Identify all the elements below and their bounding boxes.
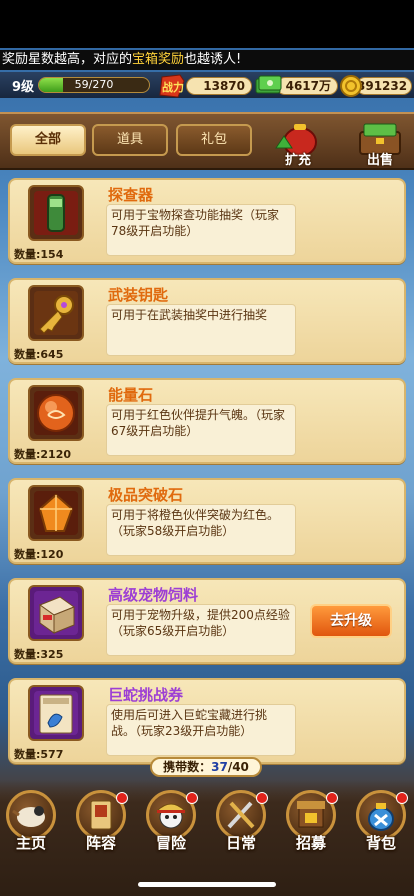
daily-notice-dot	[256, 792, 268, 804]
lineup-notice-dot	[116, 792, 128, 804]
breakthrough-stone-icon	[28, 485, 84, 541]
item-name: 能量石	[108, 386, 154, 404]
exp-text: 59/270	[74, 78, 114, 91]
item-qty: 数量:325	[14, 648, 64, 661]
nav-home[interactable]: 主页	[2, 790, 60, 856]
tab-gifts[interactable]: 礼包	[176, 124, 252, 156]
item-list: 探查器 可用于宝物探查功能抽奖（玩家78级开启功能） 数量:154 武装钥匙 可…	[8, 178, 408, 768]
nav-daily-label: 日常	[225, 834, 256, 852]
nav-recruit-label: 招募	[295, 834, 326, 852]
item-name: 极品突破石	[108, 486, 184, 504]
backpack-notice-dot	[396, 792, 408, 804]
tab-all[interactable]: 全部	[10, 124, 86, 156]
home-indicator[interactable]	[138, 882, 276, 887]
nav-adventure[interactable]: 冒险	[142, 790, 200, 856]
item-desc: 可用于在武装抽奖中进行抽奖	[106, 304, 296, 356]
item-desc: 可用于红色伙伴提升气魄。（玩家67级开启功能）	[106, 404, 296, 456]
item-card[interactable]: 武装钥匙 可用于在武装抽奖中进行抽奖 数量:645	[8, 278, 406, 364]
item-desc: 可用于宝物探查功能抽奖（玩家78级开启功能）	[106, 204, 296, 256]
item-card[interactable]: 能量石 可用于红色伙伴提升气魄。（玩家67级开启功能） 数量:2120	[8, 378, 406, 464]
item-name: 巨蛇挑战券	[108, 686, 184, 704]
power-icon: 战力	[159, 74, 185, 98]
item-card[interactable]: 高级宠物饲料 可用于宠物升级，提供200点经验（玩家65级开启功能） 数量:32…	[8, 578, 406, 664]
nav-recruit[interactable]: 招募	[282, 790, 340, 856]
marquee-notice: 奖励星数越高，对应的宝箱奖励也越诱人!	[0, 50, 414, 70]
power-value: 13870	[186, 77, 252, 95]
item-qty: 数量:2120	[14, 448, 72, 461]
battle-ticket-icon	[28, 685, 84, 741]
carry-max: /40	[227, 760, 249, 774]
carry-count: 携带数：37/40	[150, 757, 262, 777]
key-icon	[28, 285, 84, 341]
gold-coin-icon	[340, 75, 362, 97]
nav-daily[interactable]: 日常	[212, 790, 270, 856]
carry-current: 37	[211, 760, 228, 774]
adventure-notice-dot	[186, 792, 198, 804]
nav-lineup[interactable]: 阵容	[72, 790, 130, 856]
recruit-notice-dot	[326, 792, 338, 804]
svg-text:战力: 战力	[162, 80, 184, 94]
carry-label: 携带数：	[163, 760, 212, 774]
sell-label: 出售	[366, 153, 393, 168]
item-card[interactable]: 极品突破石 可用于将橙色伙伴突破为红色。（玩家58级开启功能） 数量:120	[8, 478, 406, 564]
item-desc: 可用于宠物升级，提供200点经验（玩家65级开启功能）	[106, 604, 296, 656]
pet-food-icon	[28, 585, 84, 641]
gold-value: 391232	[356, 77, 412, 95]
marquee-highlight: 宝箱奖励	[132, 52, 185, 67]
sell-button[interactable]: 出售	[352, 118, 408, 168]
expand-button[interactable]: 扩充	[270, 118, 326, 168]
exp-bar: 59/270	[38, 77, 150, 93]
nav-backpack[interactable]: 背包	[352, 790, 410, 856]
nav-backpack-label: 背包	[365, 834, 396, 852]
item-desc: 可用于将橙色伙伴突破为红色。（玩家58级开启功能）	[106, 504, 296, 556]
cash-icon	[255, 75, 282, 94]
nav-lineup-label: 阵容	[85, 834, 116, 852]
upgrade-button[interactable]: 去升级	[310, 604, 392, 638]
item-qty: 数量:645	[14, 348, 64, 361]
expand-label: 扩充	[284, 153, 311, 168]
player-level: 9级	[12, 80, 35, 95]
energy-stone-icon	[28, 385, 84, 441]
item-card[interactable]: 巨蛇挑战券 使用后可进入巨蛇宝藏进行挑战。（玩家23级开启功能） 数量:577	[8, 678, 406, 764]
item-desc: 使用后可进入巨蛇宝藏进行挑战。（玩家23级开启功能）	[106, 704, 296, 756]
item-qty: 数量:120	[14, 548, 64, 561]
item-name: 武装钥匙	[108, 286, 169, 304]
nav-adventure-label: 冒险	[155, 834, 186, 852]
cash-value: 4617万	[276, 77, 338, 95]
marquee-text-before: 奖励星数越高，对应的	[2, 52, 133, 67]
item-name: 探查器	[108, 186, 154, 204]
item-name: 高级宠物饲料	[108, 586, 199, 604]
tab-props[interactable]: 道具	[92, 124, 168, 156]
item-qty: 数量:577	[14, 748, 64, 761]
detector-icon	[28, 185, 84, 241]
item-card[interactable]: 探查器 可用于宝物探查功能抽奖（玩家78级开启功能） 数量:154	[8, 178, 406, 264]
top-bar	[0, 0, 414, 48]
item-qty: 数量:154	[14, 248, 64, 261]
marquee-text-after: 也越诱人!	[184, 52, 242, 67]
nav-home-label: 主页	[15, 834, 46, 852]
